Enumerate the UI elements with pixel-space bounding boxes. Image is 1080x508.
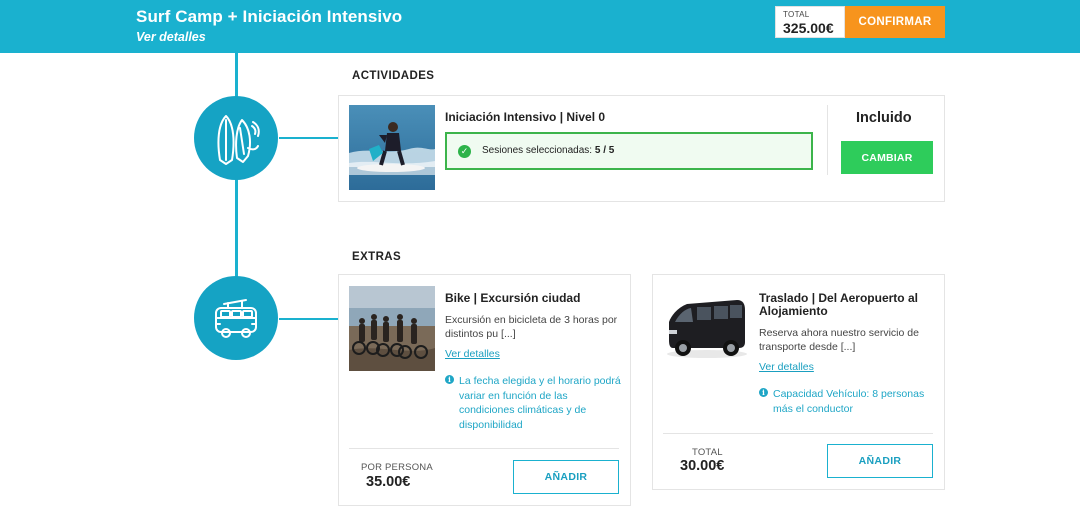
extra-title-bike: Bike | Excursión ciudad — [445, 291, 581, 305]
info-icon: i — [445, 375, 454, 384]
activities-circle — [194, 96, 278, 180]
extra-desc-transfer: Reserva ahora nuestro servicio de transp… — [759, 327, 919, 353]
change-activity-button[interactable]: CAMBIAR — [841, 141, 933, 174]
bike-tour-image — [349, 286, 435, 371]
price-label-bike: POR PERSONA — [361, 462, 433, 473]
surfboards-icon — [217, 115, 260, 165]
extra-title-transfer: Traslado | Del Aeropuerto al Alojamiento — [759, 291, 918, 318]
sessions-status: ✓ Sesiones seleccionadas: 5 / 5 — [445, 132, 813, 170]
page-title: Surf Camp + Iniciación Intensivo — [136, 7, 403, 26]
extra-note-text-transfer: Capacidad Vehículo: 8 personas más el co… — [773, 388, 925, 415]
price-value-bike: 35.00€ — [366, 474, 411, 490]
extras-section-title: EXTRAS — [352, 251, 402, 263]
extra-details-link-bike[interactable]: Ver detalles — [445, 348, 500, 360]
extra-note-text-bike: La fecha elegida y el horario podrá vari… — [459, 375, 621, 431]
extra-note-transfer: i Capacidad Vehículo: 8 personas más el … — [759, 387, 939, 416]
confirm-button[interactable]: CONFIRMAR — [845, 6, 945, 38]
total-label: TOTAL — [783, 10, 810, 19]
surf-lesson-image — [349, 105, 435, 190]
add-button-bike[interactable]: AÑADIR — [513, 460, 619, 494]
price-value-transfer: 30.00€ — [680, 458, 725, 474]
sessions-value: 5 / 5 — [594, 145, 615, 156]
extras-circle — [194, 276, 278, 360]
van-image — [663, 292, 749, 362]
price-label-transfer: TOTAL — [692, 447, 723, 458]
timeline-connector-activities — [279, 137, 339, 139]
extra-note-bike: i La fecha elegida y el horario podrá va… — [445, 374, 625, 432]
extra-desc-bike: Excursión en bicicleta de 3 horas por di… — [445, 314, 618, 340]
van-icon — [215, 299, 257, 338]
activity-title: Iniciación Intensivo | Nivel 0 — [445, 110, 606, 124]
extra-details-link-transfer[interactable]: Ver detalles — [759, 361, 814, 373]
activity-divider — [827, 105, 828, 175]
activities-section-title: ACTIVIDADES — [352, 70, 435, 82]
add-button-transfer[interactable]: AÑADIR — [827, 444, 933, 478]
extra-divider-bike — [349, 448, 619, 449]
total-box: TOTAL 325.00€ — [775, 6, 845, 38]
total-value: 325.00€ — [783, 20, 834, 36]
header-bar: Surf Camp + Iniciación Intensivo Ver det… — [0, 0, 1080, 53]
extra-divider-transfer — [663, 433, 933, 434]
check-circle-icon: ✓ — [458, 145, 471, 158]
header-details-link[interactable]: Ver detalles — [136, 30, 206, 44]
timeline-connector-extras — [279, 318, 339, 320]
info-icon: i — [759, 388, 768, 397]
activity-status: Incluido — [856, 110, 912, 126]
sessions-label: Sesiones seleccionadas: — [482, 145, 593, 156]
